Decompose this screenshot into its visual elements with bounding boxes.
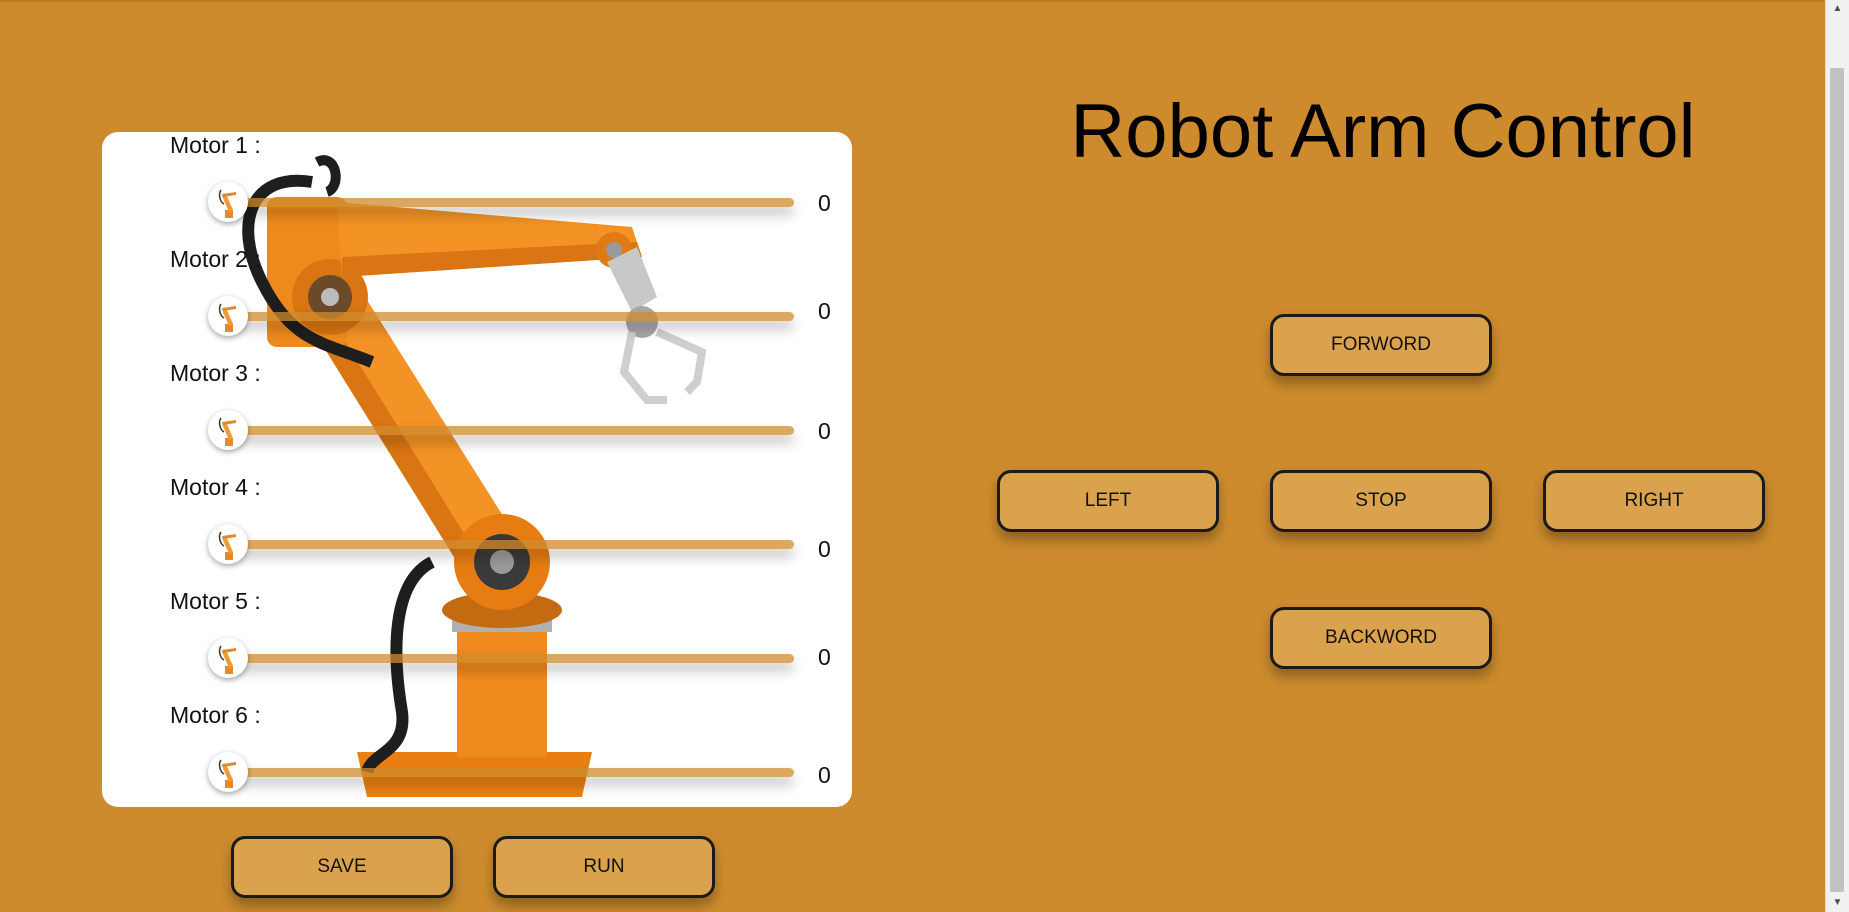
motor-label: Motor 5 : [170,588,261,614]
motor-value: 0 [818,536,831,562]
motor-panel: Motor 1 : 0 Motor 2 : 0 Motor 3: 0 Moto… [102,132,852,807]
stop-button[interactable]: STOP [1270,470,1492,532]
motor-label: Motor 4 : [170,474,261,500]
forward-button[interactable]: FORWORD [1270,314,1492,376]
motor-row-5: Motor 5 : 0 [102,588,852,698]
motor-row-3: Motor 3 : 0 [102,360,852,470]
robot-arm-icon [218,759,236,788]
motor-slider-thumb[interactable] [208,296,248,336]
robot-arm-icon [218,303,236,332]
motor-slider-thumb[interactable] [208,752,248,792]
motor-slider-track[interactable] [224,768,794,777]
motor-slider-track[interactable] [224,540,794,549]
motor-label: Motor 1 : [170,132,261,158]
motor-slider-track[interactable] [224,654,794,663]
motor-slider-track[interactable] [224,198,794,207]
motor-value: 0 [818,298,831,324]
page: Motor 1 : 0 Motor 2 : 0 Motor 3: 0 Moto… [0,0,1849,912]
motor-row-1: Motor 1 : 0 [102,132,852,242]
motor-label: Motor 6 : [170,702,261,728]
motor-row-2: Motor 2 : 0 [102,246,852,356]
top-border [0,0,1824,2]
run-button[interactable]: RUN [493,836,715,898]
backward-button[interactable]: BACKWORD [1270,607,1492,669]
robot-arm-icon [218,189,236,218]
motor-value: 0 [818,418,831,444]
robot-arm-icon [218,645,236,674]
motor-row-6: Motor 6 : 0 [102,702,852,807]
right-button[interactable]: RIGHT [1543,470,1765,532]
scrollbar-thumb[interactable] [1830,68,1844,892]
motor-slider-thumb[interactable] [208,410,248,450]
motor-label: Motor 2 : [170,246,261,272]
motor-row-4: Motor 4 : 0 [102,474,852,584]
motor-label: Motor 3 : [170,360,261,386]
robot-arm-icon [218,531,236,560]
motor-slider-track[interactable] [224,312,794,321]
scrollbar[interactable]: ▲ ▼ [1825,0,1849,912]
scroll-down-icon[interactable]: ▼ [1826,894,1849,912]
robot-arm-icon [218,417,236,446]
motor-value: 0 [818,644,831,670]
motor-value: 0 [818,762,831,788]
motor-value: 0 [818,190,831,216]
scroll-up-icon[interactable]: ▲ [1826,0,1849,18]
motor-slider-thumb[interactable] [208,524,248,564]
motor-slider-track[interactable] [224,426,794,435]
save-button[interactable]: SAVE [231,836,453,898]
motor-slider-thumb[interactable] [208,638,248,678]
page-title: Robot Arm Control [1070,89,1696,174]
motor-slider-thumb[interactable] [208,182,248,222]
left-button[interactable]: LEFT [997,470,1219,532]
